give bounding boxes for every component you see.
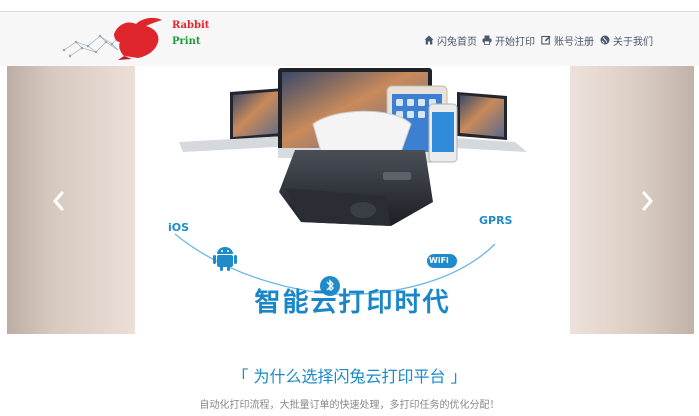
nav-home[interactable]: 闪兔首页 [424,32,477,48]
laptop-right-icon [455,92,527,152]
logo[interactable]: Rabbit Print [62,16,212,62]
ios-label: iOS [168,221,190,234]
gprs-label: GPRS [479,214,513,227]
phone-icon [428,103,458,163]
nav-print-label: 开始打印 [495,36,535,48]
nav-register-label: 账号注册 [554,36,594,48]
laptop-left-icon [179,88,293,152]
edit-icon [541,35,551,45]
logo-text-line2: Print [172,36,201,47]
home-icon [424,35,434,45]
nav-register[interactable]: 账号注册 [541,32,594,48]
chevron-left-icon [53,191,64,211]
android-icon [213,247,237,271]
banner-carousel[interactable]: iOS GPRS WiFi 智能云打印时代 [7,66,694,334]
globe-icon [600,35,610,45]
nav-about[interactable]: 关于我们 [600,32,653,48]
nav-print[interactable]: 开始打印 [482,32,535,48]
chevron-right-icon [642,191,653,211]
nav-home-label: 闪兔首页 [437,36,477,48]
section-title: 「 为什么选择闪兔云打印平台 」 [232,367,467,386]
section-subtitle: 自动化打印流程，大批量订单的快速处理，多打印任务的优化分配！ [199,400,500,411]
nav-about-label: 关于我们 [613,36,653,48]
banner-slogan: 智能云打印时代 [254,288,451,318]
printer-icon [482,35,492,45]
rabbit-logo-icon [62,17,162,60]
carousel-next-button[interactable] [639,190,655,212]
banner-side-right [570,66,694,334]
logo-text-line1: Rabbit [172,20,210,31]
carousel-prev-button[interactable] [51,190,67,212]
wifi-label: WiFi [429,256,449,265]
banner-slide: iOS GPRS WiFi 智能云打印时代 [135,66,570,334]
logo-text: Rabbit Print [172,18,209,50]
banner-side-left [7,66,135,334]
